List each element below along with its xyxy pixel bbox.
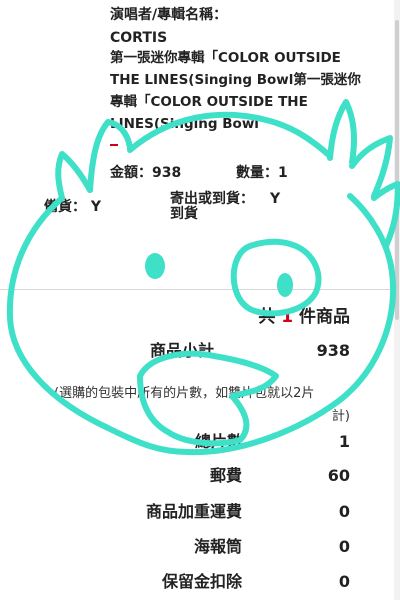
shipping-value: 60 <box>327 466 350 485</box>
disc-count-note-end: 計) <box>331 409 350 424</box>
section-divider <box>0 289 394 290</box>
artist-album-label: 演唱者/專輯名稱： <box>110 7 228 23</box>
deposit-value: 0 <box>338 572 350 591</box>
shipping-label: 郵費 <box>210 466 243 485</box>
artist-name: CORTIS <box>110 30 168 46</box>
total-items-suffix: 件商品 <box>299 307 350 327</box>
album-title-line: 第一張迷你專輯「COLOR OUTSIDE <box>110 50 341 66</box>
album-title-line: LINES(Singing Bowl <box>110 116 259 132</box>
ship-or-arrive-suffix: 到貨 <box>170 206 198 222</box>
monster-pupil <box>277 273 293 297</box>
monster-spike <box>349 135 393 199</box>
monster-spike <box>55 151 93 201</box>
total-items: 共 1 件商品 <box>258 309 350 326</box>
ship-or-arrive-label: 寄出或到貨： <box>170 191 254 207</box>
deposit-label: 保留金扣除 <box>162 572 243 591</box>
item-quantity: 數量：1 <box>236 165 288 181</box>
subtotal-value: 938 <box>316 341 350 360</box>
monster-spike <box>327 99 357 165</box>
poster-tube-label: 海報筒 <box>194 537 243 556</box>
album-title-line: 專輯「COLOR OUTSIDE THE <box>110 94 308 110</box>
ship-or-arrive-value: Y <box>270 191 281 207</box>
monster-eye-outline <box>230 238 322 317</box>
album-title-line: THE LINES(Singing Bowl第一張迷你 <box>110 72 361 88</box>
weight-fee-value: 0 <box>338 502 350 521</box>
scrollbar-thumb[interactable] <box>395 20 399 320</box>
item-amount: 金額：938 <box>110 165 182 181</box>
subtotal-label: 商品小計 <box>150 341 215 360</box>
total-discs-value: 1 <box>338 432 350 451</box>
disc-count-note: (選購的包裝中所有的片數，如雙片包就以2片 <box>54 386 315 401</box>
total-items-count: 1 <box>281 307 294 327</box>
monster-left-eye <box>145 253 165 279</box>
weight-fee-label: 商品加重運費 <box>146 502 243 521</box>
total-items-prefix: 共 <box>258 307 276 327</box>
stock-status: 備貨： Y <box>44 199 102 215</box>
total-discs-label: 總片數 <box>195 432 244 451</box>
poster-tube-value: 0 <box>338 537 350 556</box>
